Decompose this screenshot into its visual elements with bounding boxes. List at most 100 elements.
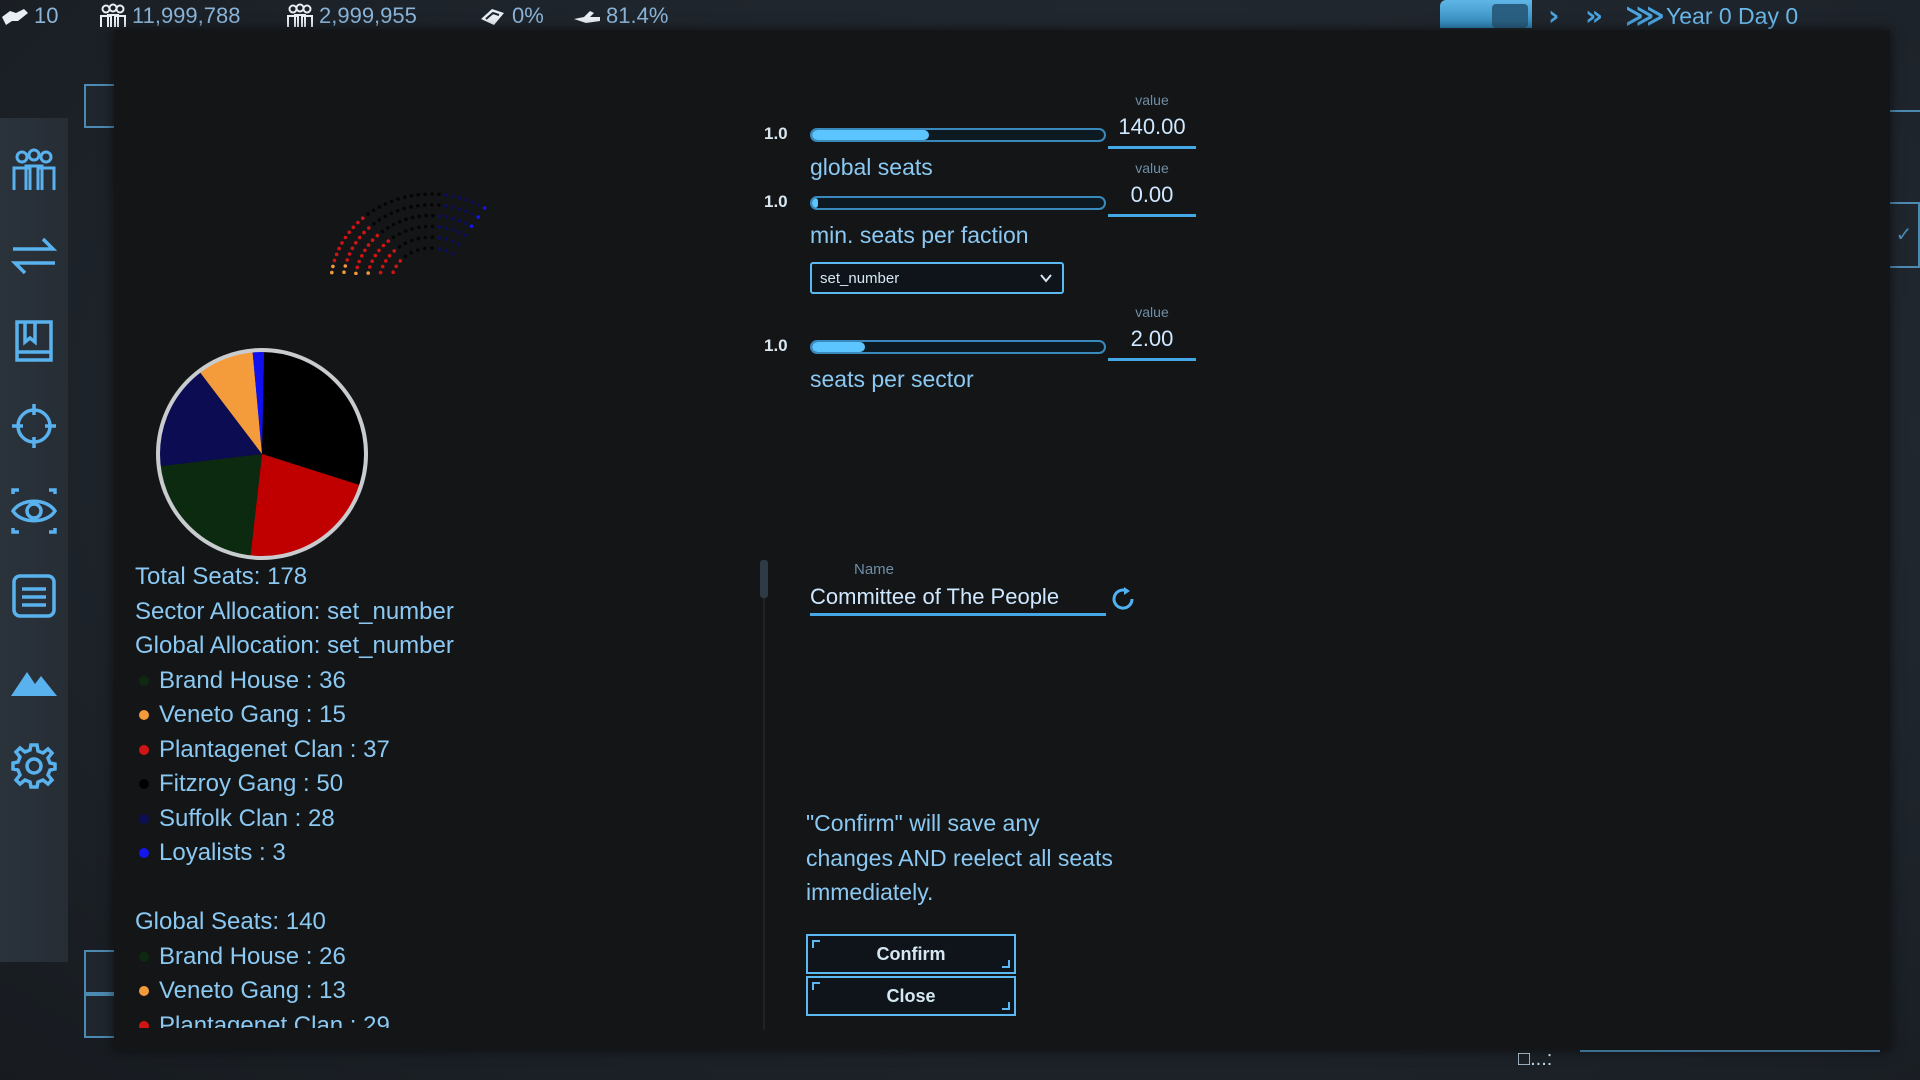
sidebar-item-population[interactable] (6, 143, 62, 199)
game-date: Year 0 Day 0 (1666, 3, 1799, 29)
scrollbar-track (763, 560, 765, 1030)
faction-color-dot (139, 744, 149, 755)
faction-seat-row: Plantagenet Clan : 37 (135, 733, 735, 768)
value-underline (1108, 146, 1196, 149)
parliament-seat (423, 246, 427, 251)
value-tag: value (1135, 160, 1169, 176)
parliament-seat (450, 251, 455, 256)
government-name-input[interactable] (810, 580, 1106, 616)
parliament-seat (403, 241, 408, 246)
parliament-seat (443, 204, 448, 208)
parliament-seat (366, 243, 371, 247)
faction-color-dot (139, 710, 149, 721)
parliament-seat (357, 235, 362, 240)
faction-seat-row: Veneto Gang : 15 (135, 698, 735, 733)
parliament-seat (381, 243, 386, 248)
faction-seat-row: Brand House : 26 (135, 940, 735, 975)
slider-caption: seats per sector (810, 366, 974, 392)
slider-track[interactable] (810, 340, 1106, 354)
approval-hand-icon (574, 11, 600, 23)
value-underline (1108, 214, 1196, 217)
left-sidebar (0, 118, 68, 962)
parliament-seat (470, 200, 475, 204)
refresh-icon[interactable] (1108, 584, 1138, 614)
parliament-seat (402, 195, 407, 199)
parliament-seat (354, 241, 358, 245)
sidebar-item-reports[interactable] (6, 568, 62, 624)
sidebar-item-codex[interactable] (6, 313, 62, 369)
unrest-value: 0% (512, 3, 544, 28)
faction-seat-row: Brand House : 36 (135, 664, 735, 699)
faction-color-dot (139, 675, 149, 686)
close-button-label: Close (886, 985, 936, 1006)
faction-seat-label: Brand House : 26 (159, 942, 346, 970)
influence-stat: 10 (0, 2, 58, 30)
faction-population-value: 2,999,955 (319, 3, 417, 28)
slider-track[interactable] (810, 128, 1106, 142)
parliament-seat (430, 192, 434, 196)
parliament-seat (347, 230, 351, 235)
scrollbar-thumb[interactable] (760, 560, 768, 598)
slider-value-field[interactable]: value 0.00 (1108, 158, 1196, 230)
sidebar-item-surveillance[interactable] (6, 483, 62, 539)
parliament-seat (430, 246, 434, 250)
influence-value: 10 (34, 3, 59, 28)
faction-population-stat: 2,999,955 (285, 2, 417, 30)
faction-color-dot (139, 986, 149, 997)
parliament-seat (340, 241, 344, 245)
approval-value: 81.4% (606, 3, 669, 28)
parliament-seat (345, 258, 349, 262)
speed-2-button[interactable]: » (1585, 2, 1603, 30)
sidebar-item-trade[interactable] (6, 228, 62, 284)
population-value: 11,999,788 (132, 3, 241, 28)
notification-indicator[interactable]: □...: (1518, 1048, 1552, 1071)
parliament-seat (476, 215, 480, 219)
parliament-seat (437, 192, 441, 197)
check-tab[interactable]: ✓ (1890, 202, 1920, 268)
confirm-button[interactable]: Confirm (806, 934, 1016, 974)
close-button[interactable]: Close (806, 976, 1016, 1016)
parliament-seat (450, 194, 455, 198)
sidebar-item-target[interactable] (6, 398, 62, 454)
seat-summary-list: Total Seats: 178 Sector Allocation: set_… (135, 560, 735, 1028)
bottom-frame-line (1580, 1050, 1880, 1052)
scrollbar[interactable] (760, 560, 768, 1030)
faction-seat-label: Loyalists : 3 (159, 839, 286, 866)
parliament-seat (392, 249, 396, 253)
button-corner (812, 940, 820, 948)
population-icon (100, 3, 126, 27)
slider-row: 1.0 seats per sector value 2.00 (760, 304, 1200, 392)
speed-3-button[interactable]: ⋙ (1625, 2, 1665, 30)
parliament-seat (397, 219, 402, 224)
parliament-seat (370, 238, 375, 242)
panel-frame-edge (1890, 110, 1920, 118)
parliament-seat (330, 270, 334, 275)
parliament-seat (464, 221, 468, 225)
parliament-seat (377, 248, 381, 253)
faction-seat-list: Brand House : 36 Veneto Gang : 15 Plantage… (135, 664, 735, 871)
slider-value-field[interactable]: value 140.00 (1108, 90, 1196, 162)
slider-fill (812, 130, 929, 140)
parliament-seat (368, 265, 372, 269)
slider-fill (812, 342, 865, 352)
seat-distribution-pie (156, 348, 368, 560)
button-corner (1002, 1002, 1010, 1010)
parliament-seat (395, 208, 400, 213)
parliament-seat (383, 214, 387, 219)
sidebar-item-settings[interactable] (6, 738, 62, 794)
allocation-mode-dropdown[interactable]: set_number (810, 262, 1064, 294)
parliament-seat (334, 252, 339, 257)
slider-value-field[interactable]: value 2.00 (1108, 302, 1196, 374)
slider-value: 0.00 (1130, 182, 1174, 207)
slider-track[interactable] (810, 196, 1106, 210)
parliament-seat (366, 271, 370, 275)
slider-caption: global seats (810, 154, 933, 180)
global-seats-label: Global Seats: 140 (135, 908, 326, 935)
parliament-seat (357, 259, 361, 264)
sidebar-item-map[interactable] (6, 653, 62, 709)
faction-seat-label: Plantagenet Clan : 37 (159, 735, 390, 763)
speed-1-button[interactable]: › (1548, 2, 1560, 30)
faction-seat-label: Veneto Gang : 15 (159, 701, 346, 728)
parliament-seat (397, 232, 402, 236)
parliament-seat (387, 253, 392, 258)
